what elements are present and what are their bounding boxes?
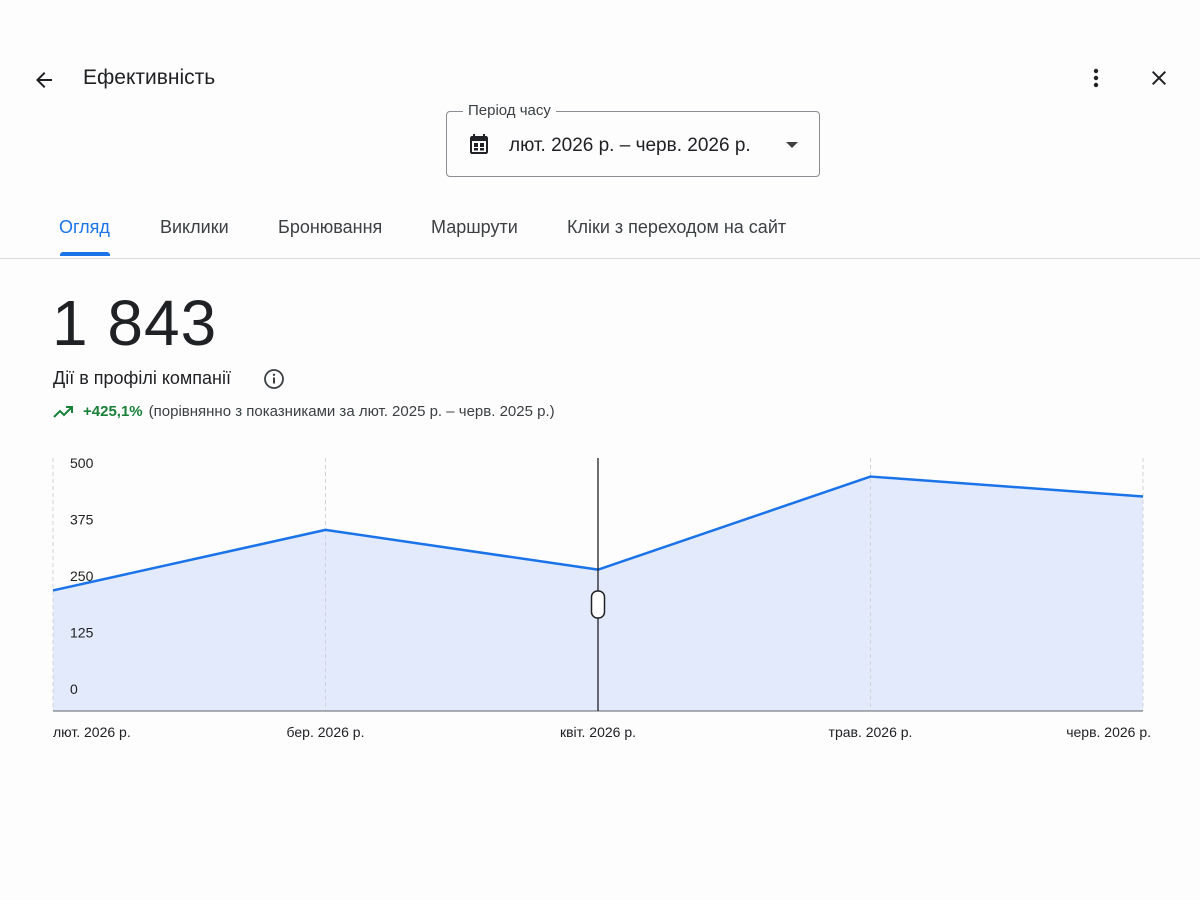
tab-bookings[interactable]: Бронювання <box>278 217 382 238</box>
period-label: Період часу <box>463 102 556 120</box>
trend-row: +425,1% (порівнянно з показниками за лют… <box>53 403 555 420</box>
tab-website-clicks[interactable]: Кліки з переходом на сайт <box>567 217 786 238</box>
period-value: лют. 2026 р. – черв. 2026 р. <box>509 135 751 156</box>
actions-chart[interactable]: 5003752501250лют. 2026 р. бер. 2026 р. кві… <box>0 440 1200 760</box>
arrow-back-icon <box>36 72 52 88</box>
chart-data-point <box>868 474 874 480</box>
close-icon <box>1152 71 1166 85</box>
chart-data-point <box>1140 493 1146 499</box>
tab-directions[interactable]: Маршрути <box>431 217 518 238</box>
metric-label: Дії в профілі компанії <box>53 368 231 388</box>
active-tab-indicator <box>60 252 110 256</box>
tab-overview[interactable]: Огляд <box>59 217 110 238</box>
chart-x-tick-label: черв. 2026 р. <box>1066 724 1151 740</box>
period-select[interactable]: Період часу лют. 2026 р. – черв. 2026 р. <box>446 102 820 177</box>
tab-calls[interactable]: Виклики <box>160 217 229 238</box>
page-title: Ефективність <box>83 66 216 89</box>
comparison-text: (порівнянно з показниками за лют. 2025 р… <box>148 403 555 420</box>
chart-y-tick-label: 0 <box>70 681 78 697</box>
trending-up-icon <box>53 405 73 418</box>
chart-x-tick-label: трав. 2026 р. <box>829 724 913 740</box>
calendar-icon <box>470 134 488 154</box>
change-percent: +425,1% <box>83 403 143 420</box>
chart-hover-handle[interactable] <box>590 590 606 619</box>
dropdown-arrow-icon <box>786 142 798 148</box>
info-icon[interactable] <box>263 368 285 390</box>
chart-data-point <box>323 527 329 533</box>
chart-y-tick-label: 375 <box>70 512 94 528</box>
chart-y-tick-label: 125 <box>70 625 94 641</box>
more-vert-icon <box>1093 68 1099 88</box>
total-actions-value: 1 843 <box>52 287 218 359</box>
back-button[interactable] <box>24 60 64 100</box>
chart-x-tick-label: квіт. 2026 р. <box>560 724 636 740</box>
chart-x-tick-label: лют. 2026 р. <box>53 724 131 740</box>
more-options-button[interactable] <box>1076 58 1116 98</box>
chart-data-point <box>50 587 56 593</box>
chart-x-tick-label: бер. 2026 р. <box>287 724 365 740</box>
close-button[interactable] <box>1139 58 1179 98</box>
tab-bar: Огляд Виклики Бронювання Маршрути Кліки … <box>0 200 1200 259</box>
chart-y-tick-label: 500 <box>70 455 94 471</box>
